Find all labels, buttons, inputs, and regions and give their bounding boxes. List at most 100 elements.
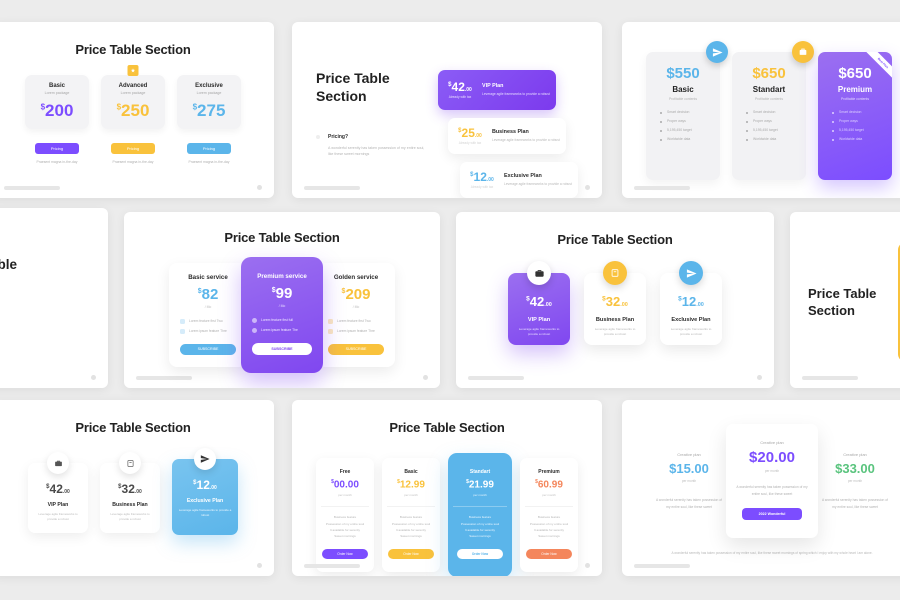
slide-footer-bar — [304, 564, 360, 568]
slide-footer-dot — [257, 563, 262, 568]
creative-plan-card-featured[interactable]: Creative plan $20.00 per month A wonderf… — [726, 424, 818, 539]
send-icon — [706, 41, 728, 63]
pricing-card[interactable]: Basic Lorem package $200 Pricing Praesen… — [25, 75, 89, 174]
plan-description: A wonderful serenity has taken possessio… — [822, 498, 888, 509]
plan-row[interactable]: $25.00 Already with tax Business Plan Le… — [448, 118, 566, 154]
pricing-card[interactable]: Advanced Lorem package $250 Pricing Prae… — [101, 65, 165, 174]
plan-card-list: $42.00 VIP Plan Leverage agile framework… — [456, 261, 774, 345]
slide-thumbnail-9[interactable]: Price Table Section Free $00.00 per mont… — [292, 400, 602, 576]
order-now-button[interactable]: Order Now — [526, 548, 572, 559]
plan-subtitle: Profitable contents — [754, 97, 784, 101]
check-icon — [328, 329, 333, 334]
subscribe-button[interactable]: SUBSCRIBE — [328, 344, 384, 355]
check-icon — [180, 329, 185, 334]
order-now-button[interactable]: Order Now — [457, 548, 503, 559]
pricing-column[interactable]: $650 Standart Profitable contents Smart … — [732, 41, 814, 180]
page-title-line2: Section — [316, 87, 367, 104]
briefcase-icon — [792, 41, 814, 63]
plan-price: $12.99 — [397, 479, 425, 491]
creative-plan-card[interactable]: Creative plan $33.00 per month A wonderf… — [814, 444, 896, 518]
page-title: Price Table Section — [0, 256, 17, 291]
plan-price: $550 — [666, 65, 700, 82]
creative-plan-card[interactable]: Creative plan $15.00 per month A wonderf… — [648, 444, 730, 518]
slide-thumbnail-7[interactable]: Price Table Section — [790, 212, 900, 388]
plan-card[interactable]: $12.00 Exclusive Plan Leverage agile fra… — [660, 261, 722, 345]
check-icon — [252, 318, 257, 323]
slide-footnote: A wonderful serenity has taken possessio… — [671, 551, 873, 556]
plan-description: Praesent magna in-the-day — [112, 160, 154, 164]
feature-item: Sweet mornings — [400, 534, 422, 539]
slide-thumbnail-6[interactable]: Price Table Section $42.00 VIP Plan Leve… — [456, 212, 774, 388]
plan-price: $200 — [40, 101, 74, 120]
slide-thumbnail-10[interactable]: Creative plan $15.00 per month A wonderf… — [622, 400, 900, 576]
feature-item: Worldwide data — [660, 137, 712, 141]
wonderful-button[interactable]: 2022 Wonderful — [742, 508, 802, 521]
plan-name: Free — [339, 469, 351, 475]
pricing-card-foot: Pricing Praesent magna in-the-day — [25, 129, 89, 174]
plan-card[interactable]: $32.00 Business Plan Leverage agile fram… — [100, 452, 160, 533]
plan-name: Basic — [48, 83, 65, 89]
tier-card[interactable]: Basic $12.99 per month Business feature … — [382, 458, 440, 572]
plan-price: $275 — [192, 101, 226, 120]
slide-thumbnail-2[interactable]: Price Table Section Pricing? A wonderful… — [292, 22, 602, 198]
subscribe-button[interactable]: SUBSCRIBE — [180, 344, 236, 355]
tier-card[interactable]: Premium $60.99 per month Business featur… — [520, 458, 578, 572]
feature-list: Smart decision Proper ways 5,195,450 tar… — [654, 110, 712, 141]
pricing-card[interactable]: Exclusive Lorem package $275 Pricing Pra… — [177, 75, 241, 174]
plan-price: $250 — [116, 101, 150, 120]
service-card-featured[interactable]: Premium service $99 / Mo Lorem feature f… — [241, 257, 323, 373]
plan-price: $12.00 — [678, 294, 704, 309]
subscribe-button[interactable]: SUBSCRIBE — [252, 343, 312, 355]
page-title-line2: Section — [0, 274, 17, 292]
pricing-button[interactable]: Pricing — [187, 143, 231, 154]
slide-thumbnail-1[interactable]: Price Table Section Basic Lorem package … — [0, 22, 274, 198]
plan-row[interactable]: $42.00 Already with tax VIP Plan Leverag… — [438, 70, 556, 110]
feature-item: Sweet mornings — [469, 534, 491, 539]
pricing-column-list: $550 Basic Profitable contents Smart dec… — [622, 22, 900, 180]
tier-card[interactable]: Free $00.00 per month Business feature P… — [316, 458, 374, 572]
service-card[interactable]: Basic service $82 / Mo Lorem feature fir… — [169, 263, 247, 367]
plan-subtitle: Profitable contents — [840, 97, 870, 101]
pricing-button[interactable]: Pricing — [35, 143, 79, 154]
page-title: Price Table Section — [389, 420, 505, 435]
plan-name: Standart — [752, 85, 786, 94]
plan-name: Golden service — [333, 274, 379, 281]
order-now-button[interactable]: Order Now — [388, 548, 434, 559]
plan-price: $32.00 — [118, 482, 142, 496]
plan-period: per month — [404, 493, 418, 498]
plan-name: Creative plan — [843, 452, 867, 457]
page-title: Price Table Section — [75, 420, 191, 435]
tier-card-list: Free $00.00 per month Business feature P… — [292, 453, 602, 576]
slide-thumbnail-8[interactable]: Price Table Section $42.00 VIP Plan Leve… — [0, 400, 274, 576]
plan-period: Already with tax — [448, 94, 472, 99]
slide-thumbnail-5[interactable]: Price Table Section Basic service $82 / … — [124, 212, 440, 388]
send-icon — [679, 261, 703, 285]
plan-card[interactable]: $42.00 VIP Plan Leverage agile framework… — [28, 452, 88, 533]
plan-name: Creative plan — [760, 440, 784, 445]
pricing-button[interactable]: Pricing — [111, 143, 155, 154]
feature-item: Worldwide data — [746, 137, 798, 141]
service-card[interactable]: Golden service $209 / Mo Lorem feature f… — [317, 263, 395, 367]
plan-row[interactable]: $12.00 Already with tax Exclusive Plan L… — [460, 162, 578, 198]
pricing-card-foot: Pricing Praesent magna in-the-day — [177, 129, 241, 174]
plan-card[interactable]: $32.00 Business Plan Leverage agile fram… — [584, 261, 646, 345]
pricing-card-list: Basic Lorem package $200 Pricing Praesen… — [0, 65, 274, 174]
service-card-list: Basic service $82 / Mo Lorem feature fir… — [124, 257, 440, 373]
plan-price: $99 — [271, 285, 293, 302]
pricing-column[interactable]: $550 Basic Profitable contents Smart dec… — [646, 41, 728, 180]
check-icon — [252, 328, 257, 333]
slide-thumbnail-4[interactable]: Price Table Section Amazing content valu… — [0, 208, 108, 388]
slide-thumbnail-3[interactable]: $550 Basic Profitable contents Smart dec… — [622, 22, 900, 198]
plan-description: Leverage agile frameworks to provide a r… — [482, 91, 550, 96]
plan-card-featured[interactable]: $42.00 VIP Plan Leverage agile framework… — [508, 261, 570, 345]
order-now-button[interactable]: Order Now — [322, 548, 368, 559]
pricing-column-featured[interactable]: Best Plan $650 Premium Profitable conten… — [818, 52, 892, 180]
feature-item: Smart decision — [832, 110, 884, 114]
tier-card-featured[interactable]: Standart $21.99 per month Business featu… — [448, 453, 512, 576]
plan-description: A wonderful serenity has taken possessio… — [736, 485, 808, 496]
archive-icon — [603, 261, 627, 285]
page-title: Price Table Section — [557, 232, 673, 247]
plan-card-featured[interactable]: $12.00 Exclusive Plan Leverage agile fra… — [172, 448, 238, 535]
plan-name: Premium service — [257, 273, 307, 280]
plan-name: Exclusive Plan — [186, 498, 224, 504]
